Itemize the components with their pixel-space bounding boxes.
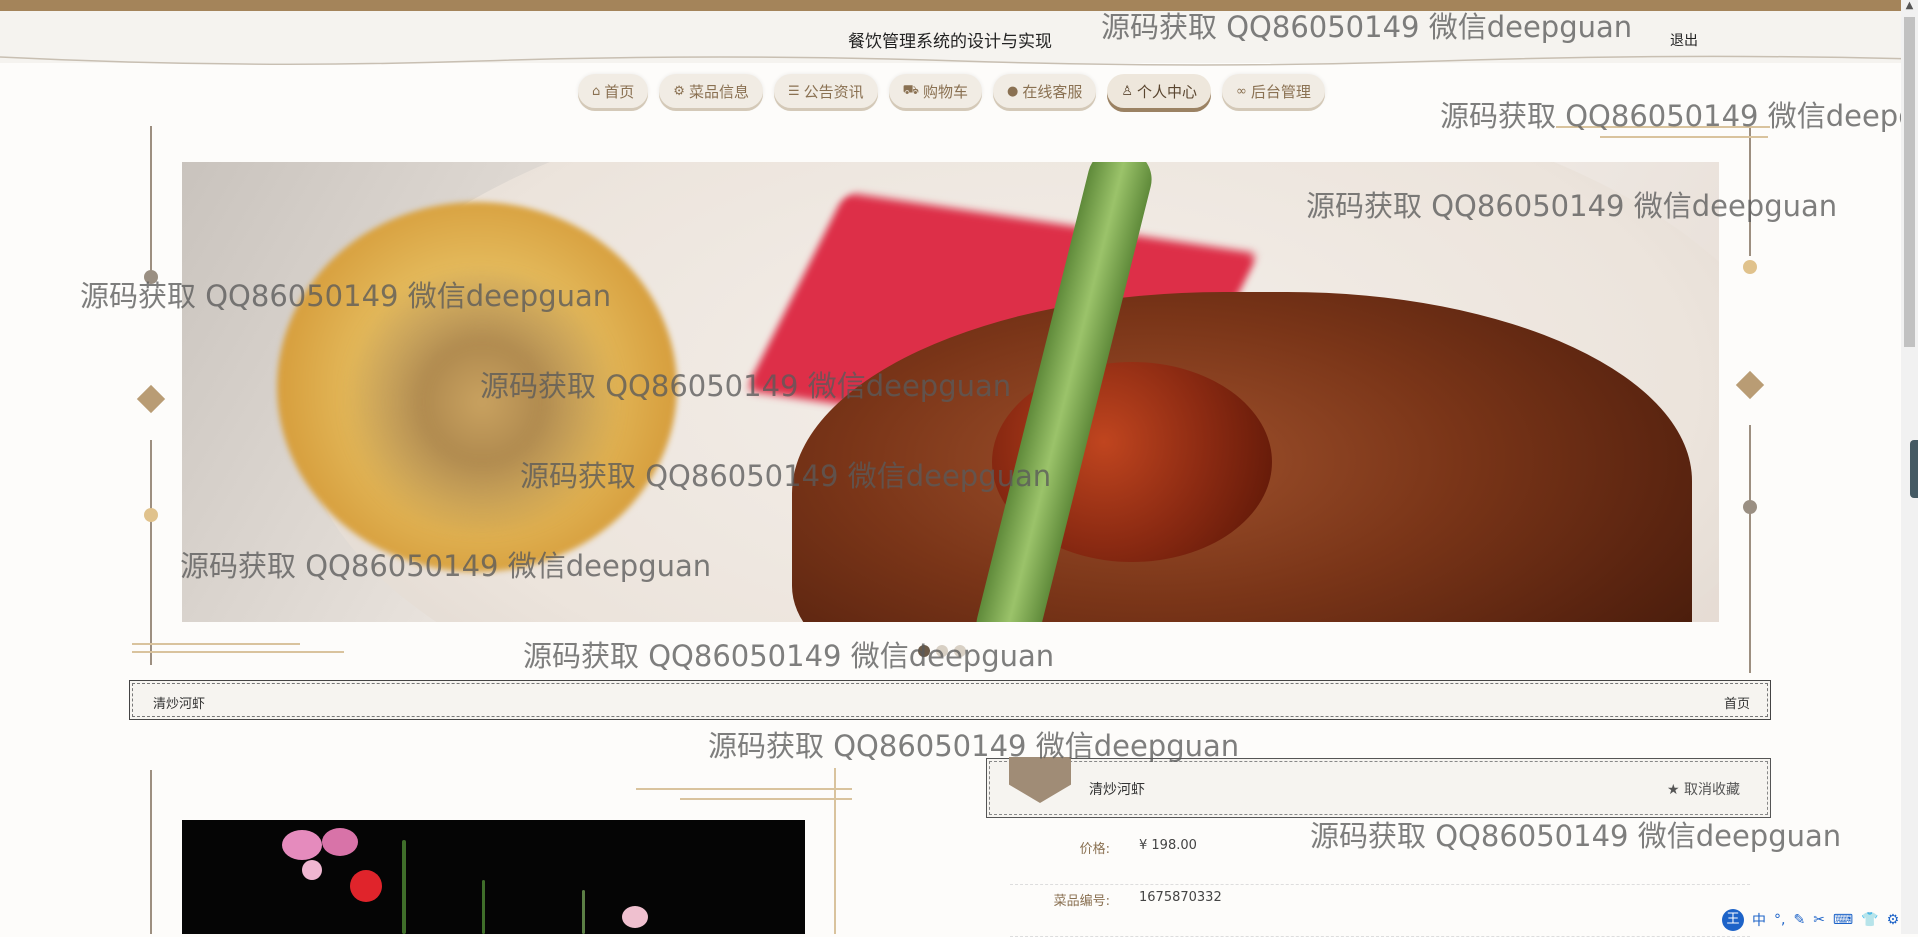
frame-diamond-left <box>136 384 166 414</box>
frame-gold-line <box>132 643 300 645</box>
flower-decoration <box>350 870 382 902</box>
chat-icon: ● <box>1007 83 1019 99</box>
nav-item-label: 菜品信息 <box>688 82 749 101</box>
main-nav: ⌂ 首页 ⚙ 菜品信息 ☰ 公告资讯 ⛟ 购物车 ● 在线客服 ♙ 个人中心 ∞… <box>578 74 1325 108</box>
unfavorite-button[interactable]: ★ 取消收藏 <box>1667 779 1740 799</box>
user-icon: ♙ <box>1121 83 1134 99</box>
breadcrumb-current: 清炒河虾 <box>153 697 206 712</box>
banner-lemon-center <box>332 272 632 532</box>
frame-dot-right-bottom <box>1743 500 1757 514</box>
watermark-text: 源码获取 QQ86050149 微信deepguan <box>1440 99 1918 133</box>
frame-line-left-lower <box>150 770 152 934</box>
frame-gold-line <box>1556 126 1770 128</box>
ime-keyboard-icon[interactable]: ⌨ <box>1833 912 1853 928</box>
site-title: 餐饮管理系统的设计与实现 <box>848 32 1052 52</box>
nav-item-dishes[interactable]: ⚙ 菜品信息 <box>659 74 763 108</box>
field-row-price: 价格: ¥ 198.00 <box>1010 836 1750 885</box>
frame-gold-line <box>132 651 344 653</box>
ime-punctuation-icon[interactable]: °, <box>1774 912 1785 928</box>
nav-item-label: 后台管理 <box>1250 82 1311 101</box>
unfavorite-label: 取消收藏 <box>1684 782 1740 798</box>
top-accent-bar <box>0 0 1918 11</box>
field-label: 价格: <box>1079 842 1110 857</box>
frame-line-right-bottom <box>1749 425 1751 673</box>
nav-item-label: 购物车 <box>922 82 968 101</box>
watermark-text: 源码获取 QQ86050149 微信deepguan <box>523 639 1055 673</box>
ime-settings-icon[interactable]: ⚙ <box>1887 912 1900 928</box>
home-icon: ⌂ <box>592 83 601 99</box>
field-value: 1675870332 <box>1139 890 1222 905</box>
frame-dot-left-top <box>144 270 158 284</box>
flower-stem <box>482 880 485 934</box>
ime-toolbar: 王 中 °, ✎ ✂ ⌨ 👕 ⚙ <box>1722 909 1899 931</box>
hero-banner-image[interactable] <box>182 162 1719 622</box>
ime-skin-icon[interactable]: 👕 <box>1861 912 1878 928</box>
carousel-dot[interactable] <box>954 645 966 657</box>
frame-line-left-bottom <box>150 440 152 665</box>
frame-gold-line <box>1600 136 1768 138</box>
flower-decoration <box>322 828 358 856</box>
gear-icon: ⚙ <box>673 83 685 99</box>
field-row-dish-number: 菜品编号: 1675870332 <box>1010 888 1750 937</box>
ime-mode-button[interactable]: 中 <box>1752 910 1766 930</box>
nav-item-admin[interactable]: ∞ 后台管理 <box>1222 74 1325 108</box>
frame-dot-left-bottom <box>144 508 158 522</box>
flower-decoration <box>282 830 322 860</box>
product-title: 清炒河虾 <box>1089 782 1145 798</box>
frame-line-left-top <box>150 126 152 276</box>
scroll-up-arrow-icon[interactable]: ▲ <box>1901 0 1918 17</box>
ime-handwrite-icon[interactable]: ✎ <box>1793 912 1805 928</box>
carousel-dot[interactable] <box>936 645 948 657</box>
logout-link[interactable]: 退出 <box>1670 30 1698 50</box>
nav-item-profile[interactable]: ♙ 个人中心 <box>1107 74 1212 108</box>
flower-stem <box>582 890 585 934</box>
nav-item-cart[interactable]: ⛟ 购物车 <box>888 74 982 108</box>
info-tab-decoration <box>1009 757 1071 803</box>
flower-decoration <box>302 860 322 880</box>
frame-diamond-right <box>1735 370 1765 400</box>
nav-item-label: 首页 <box>604 82 635 101</box>
frame-gold-line <box>636 788 852 790</box>
sliders-icon: ☰ <box>787 83 800 99</box>
frame-dot-right-top <box>1743 260 1757 274</box>
carousel-indicators <box>918 645 966 657</box>
flower-stem <box>402 840 406 934</box>
header-wave-decoration <box>0 55 1918 66</box>
breadcrumb-home-link[interactable]: 首页 <box>1724 693 1750 712</box>
ime-scissors-icon[interactable]: ✂ <box>1813 912 1825 928</box>
scroll-thumb[interactable] <box>1904 17 1915 347</box>
frame-gold-line-vertical <box>834 768 836 934</box>
carousel-dot[interactable] <box>918 645 930 657</box>
nav-item-news[interactable]: ☰ 公告资讯 <box>773 74 878 108</box>
product-image[interactable] <box>182 820 805 934</box>
nav-item-home[interactable]: ⌂ 首页 <box>578 74 649 108</box>
frame-gold-line <box>680 798 852 800</box>
ime-logo-icon[interactable]: 王 <box>1722 909 1744 931</box>
star-icon: ★ <box>1666 782 1680 798</box>
breadcrumb: 清炒河虾 首页 <box>129 680 1771 720</box>
nav-item-chat[interactable]: ● 在线客服 <box>993 74 1097 108</box>
cart-icon: ⛟ <box>902 82 919 98</box>
side-panel-handle[interactable] <box>1910 440 1918 498</box>
frame-line-right-top <box>1749 126 1751 256</box>
nav-item-label: 个人中心 <box>1137 82 1198 101</box>
link-icon: ∞ <box>1236 83 1247 99</box>
product-info-header: 清炒河虾 ★ 取消收藏 <box>986 757 1771 818</box>
flower-decoration <box>622 906 648 928</box>
nav-item-label: 公告资讯 <box>803 82 864 101</box>
field-label: 菜品编号: <box>1053 894 1110 909</box>
nav-item-label: 在线客服 <box>1022 82 1083 101</box>
field-value: ¥ 198.00 <box>1139 838 1197 853</box>
